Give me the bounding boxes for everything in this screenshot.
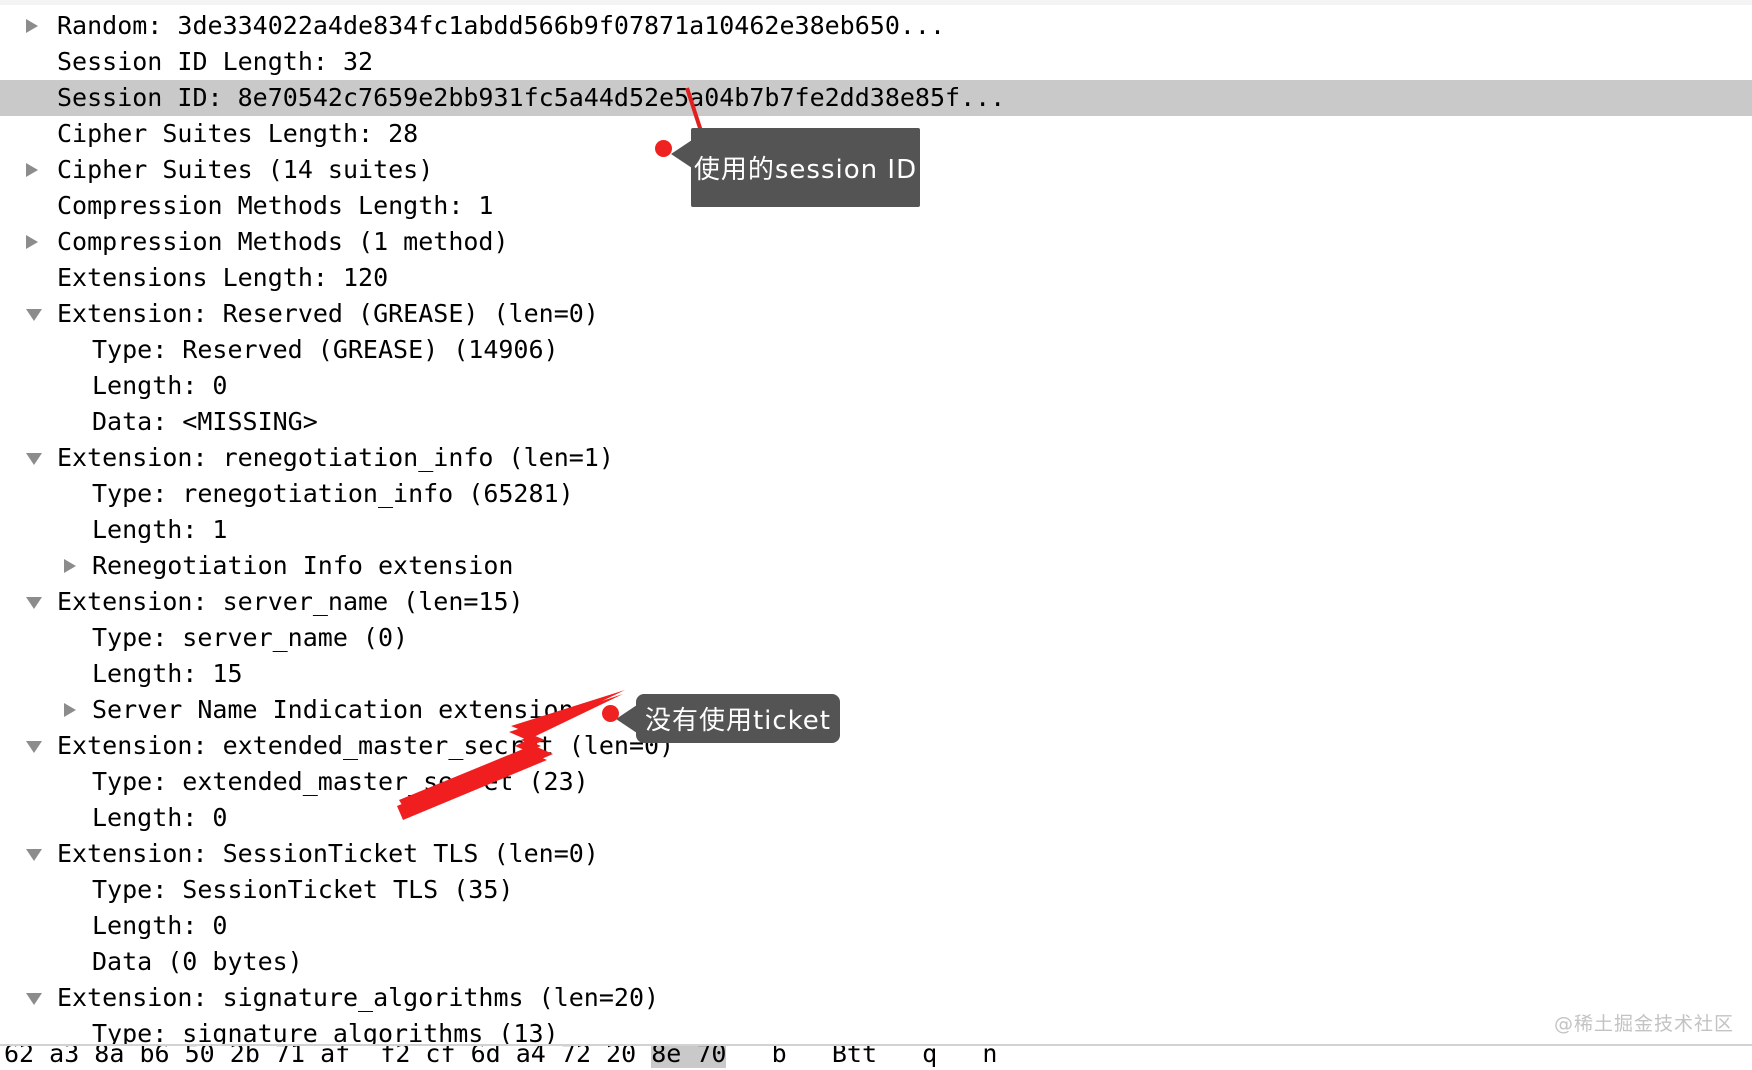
hex-prefix: 62 a3 8a b6 50 2b 71 af f2 cf 6d a4 72 2… [4,1044,652,1068]
tree-row[interactable]: Length: 0 [0,368,1752,404]
tree-row[interactable]: Length: 15 [0,656,1752,692]
tree-row-label: Type: renegotiation_info (65281) [92,479,574,508]
tree-row[interactable]: Compression Methods (1 method) [0,224,1752,260]
tree-row-label: Length: 1 [92,515,228,544]
tree-row-label: Type: Reserved (GREASE) (14906) [92,335,559,364]
tree-row[interactable]: Type: renegotiation_info (65281) [0,476,1752,512]
callout-session-id-label: 使用的session ID [693,155,918,185]
tree-row-label: Type: SessionTicket TLS (35) [92,875,514,904]
tree-row-label: Length: 0 [92,371,228,400]
tree-row[interactable]: Length: 0 [0,800,1752,836]
chevron-down-icon[interactable] [26,849,42,861]
tree-row-label: Session ID Length: 32 [57,47,374,76]
tree-row[interactable]: Extension: signature_algorithms (len=20) [0,980,1752,1016]
ticket-arrow-icon [397,690,625,820]
tree-row[interactable]: Data (0 bytes) [0,944,1752,980]
ticket-marker-dot [602,705,619,722]
tree-row-label: Extension: signature_algorithms (len=20) [57,983,660,1012]
ascii-tail: b Btt q n [726,1044,1028,1068]
tree-row[interactable]: Server Name Indication extension [0,692,1752,728]
session-marker-dot [655,140,672,157]
chevron-right-icon[interactable] [64,703,76,717]
tree-row-label: Length: 0 [92,803,228,832]
callout-no-ticket: 没有使用ticket [616,694,840,743]
hex-dump-line: 62 a3 8a b6 50 2b 71 af f2 cf 6d a4 72 2… [4,1044,1028,1070]
chevron-down-icon[interactable] [26,309,42,321]
tree-row-label: Length: 0 [92,911,228,940]
tree-row[interactable]: Type: extended_master_secret (23) [0,764,1752,800]
tree-row-label: Compression Methods (1 method) [57,227,509,256]
chevron-right-icon[interactable] [26,235,38,249]
tree-row-label: Cipher Suites Length: 28 [57,119,419,148]
tree-row-label: Data (0 bytes) [92,947,303,976]
tree-row[interactable]: Random: 3de334022a4de834fc1abdd566b9f078… [0,8,1752,44]
tree-row-selected[interactable]: Session ID: 8e70542c7659e2bb931fc5a44d52… [0,80,1752,116]
chevron-right-icon[interactable] [64,559,76,573]
chevron-down-icon[interactable] [26,453,42,465]
tree-row[interactable]: Length: 1 [0,512,1752,548]
chevron-down-icon[interactable] [26,597,42,609]
watermark: @稀土掘金技术社区 [1553,1013,1734,1035]
tree-row-label: Cipher Suites (14 suites) [57,155,434,184]
tree-row[interactable]: Extension: renegotiation_info (len=1) [0,440,1752,476]
callout-notch-icon [616,704,637,733]
window-top-edge [0,0,1752,5]
tree-row-label: Data: <MISSING> [92,407,318,436]
chevron-down-icon[interactable] [26,741,42,753]
tree-row[interactable]: Type: SessionTicket TLS (35) [0,872,1752,908]
tree-row-label: Compression Methods Length: 1 [57,191,494,220]
tree-row-label: Extension: SessionTicket TLS (len=0) [57,839,599,868]
tree-row-label: Type: server_name (0) [92,623,409,652]
tree-row[interactable]: Data: <MISSING> [0,404,1752,440]
chevron-right-icon[interactable] [26,163,38,177]
chevron-down-icon[interactable] [26,993,42,1005]
tree-row-label: Length: 15 [92,659,243,688]
tree-row[interactable]: Length: 0 [0,908,1752,944]
tree-row-label: Extension: Reserved (GREASE) (len=0) [57,299,599,328]
tree-row[interactable]: Extension: extended_master_secret (len=0… [0,728,1752,764]
tree-row-label: Session ID: 8e70542c7659e2bb931fc5a44d52… [57,83,1006,112]
tree-row-label: Renegotiation Info extension [92,551,514,580]
tree-row[interactable]: Extensions Length: 120 [0,260,1752,296]
callout-no-ticket-label: 没有使用ticket [644,706,832,736]
packet-bytes-pane[interactable]: 62 a3 8a b6 50 2b 71 af f2 cf 6d a4 72 2… [0,1044,1752,1070]
tree-row-label: Extension: server_name (len=15) [57,587,524,616]
tree-row[interactable]: Type: server_name (0) [0,620,1752,656]
chevron-right-icon[interactable] [26,19,38,33]
tree-row-label: Random: 3de334022a4de834fc1abdd566b9f078… [57,11,946,40]
tree-row-label: Extensions Length: 120 [57,263,389,292]
tree-row[interactable]: Renegotiation Info extension [0,548,1752,584]
callout-session-id: 使用的session ID [671,128,920,207]
tree-row-label: Extension: renegotiation_info (len=1) [57,443,614,472]
tree-row[interactable]: Extension: SessionTicket TLS (len=0) [0,836,1752,872]
hex-highlighted-bytes: 8e 70 [651,1046,727,1068]
tree-row[interactable]: Extension: server_name (len=15) [0,584,1752,620]
callout-notch-icon [671,139,692,168]
tree-row[interactable]: Type: Reserved (GREASE) (14906) [0,332,1752,368]
tree-row[interactable]: Session ID Length: 32 [0,44,1752,80]
tree-row[interactable]: Extension: Reserved (GREASE) (len=0) [0,296,1752,332]
